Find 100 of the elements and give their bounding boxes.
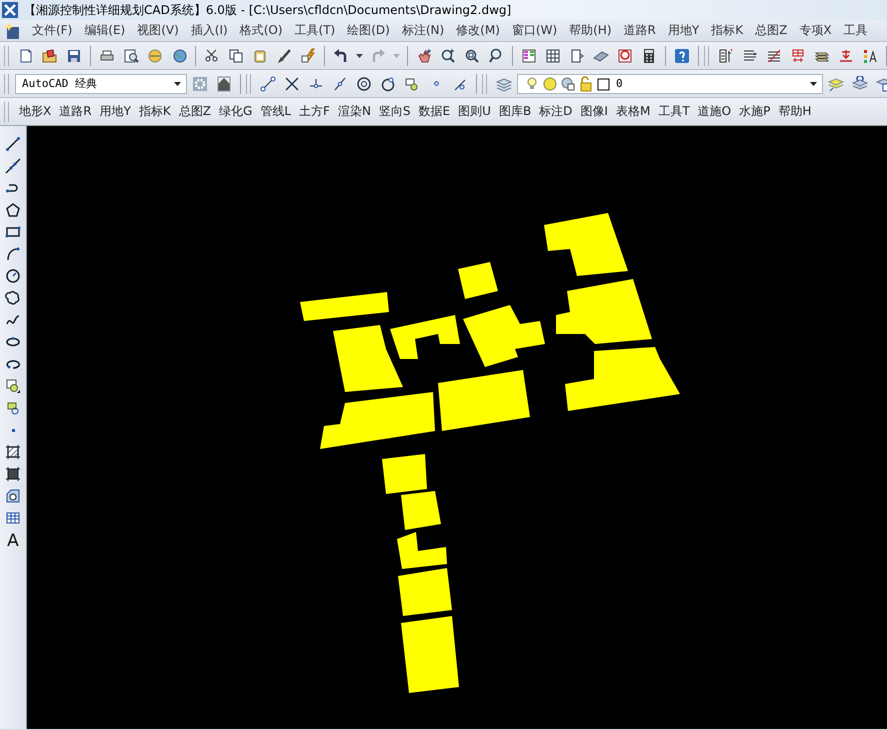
- menu-item[interactable]: 修改(M): [450, 22, 506, 39]
- snap-midpoint-icon: [332, 76, 348, 92]
- menu-item[interactable]: 管线L: [256, 103, 296, 120]
- menu-item[interactable]: 帮助(H): [563, 22, 618, 39]
- menu-item[interactable]: 道路R: [618, 22, 662, 39]
- menu-item[interactable]: 图则U: [454, 103, 495, 120]
- caret-icon: [174, 82, 181, 86]
- calculator-icon: [641, 48, 657, 64]
- legend-icon: [862, 48, 878, 64]
- menu-item[interactable]: 绘图(D): [341, 22, 396, 39]
- menu-item[interactable]: 地形X: [15, 103, 56, 120]
- globe-icon: [171, 48, 187, 64]
- help-icon: [674, 48, 690, 64]
- menu-item[interactable]: 数据E: [414, 103, 454, 120]
- stacked-lines-icon: [742, 48, 758, 64]
- caret-icon: [810, 82, 817, 86]
- house-icon: [216, 76, 232, 92]
- menu-item[interactable]: 编辑(E): [78, 22, 132, 39]
- menu-item[interactable]: 标注(N): [396, 22, 450, 39]
- menu-item[interactable]: 专项X: [793, 22, 838, 39]
- menu-item[interactable]: 道施O: [694, 103, 736, 120]
- printer-icon: [99, 48, 115, 64]
- snap-endpoint-icon: [260, 76, 276, 92]
- menu-item[interactable]: 工具: [838, 22, 874, 39]
- menu-item[interactable]: 格式(O): [234, 22, 289, 39]
- menu-item[interactable]: 工具(T): [288, 22, 342, 39]
- layer-dropdown[interactable]: 0: [517, 74, 823, 94]
- menu-item[interactable]: 表格M: [612, 103, 654, 120]
- zoom-window-icon: [464, 48, 480, 64]
- layers-icon: [496, 76, 512, 92]
- zoom-icon: [440, 48, 456, 64]
- grid-icon: [545, 48, 561, 64]
- menu-item[interactable]: 总图Z: [749, 22, 794, 39]
- caret-icon[interactable]: [356, 54, 363, 58]
- menu-item[interactable]: 竖向S: [374, 103, 415, 120]
- circle-icon: [5, 268, 21, 284]
- snap-tangent-icon: [380, 76, 396, 92]
- save-icon: [66, 48, 82, 64]
- brush-icon: [276, 48, 292, 64]
- open-folder-icon: [42, 48, 58, 64]
- document-icon[interactable]: [4, 22, 22, 40]
- arc-icon: [5, 246, 21, 262]
- menu-item[interactable]: 标注D: [535, 103, 576, 120]
- snap-center-icon: [356, 76, 372, 92]
- menu-item[interactable]: 总图Z: [174, 103, 216, 120]
- rectangle-button[interactable]: [3, 224, 23, 240]
- menu-item[interactable]: 指标K: [134, 103, 175, 120]
- menu-item[interactable]: 绿化G: [215, 103, 256, 120]
- drawing-canvas[interactable]: [27, 126, 887, 729]
- menu-item[interactable]: 用地Y: [662, 22, 706, 39]
- construction-line-icon: [5, 158, 21, 174]
- menu-item[interactable]: 视图(V): [131, 22, 185, 39]
- caret-icon: [393, 54, 400, 58]
- hand-icon: [416, 48, 432, 64]
- padlock-icon: [578, 76, 594, 92]
- zoom-previous-icon: [488, 48, 504, 64]
- menu-item[interactable]: 插入(I): [184, 22, 234, 39]
- snap-point-icon: [434, 81, 438, 86]
- text-tool-button[interactable]: A: [7, 532, 19, 550]
- color-square-icon: [596, 76, 612, 92]
- window-title: 【湘源控制性详细规划CAD系统】6.0版 - [C:\Users\cfldcn\Documents\Drawing2.dwg]: [24, 2, 512, 18]
- new-file-icon: [18, 48, 34, 64]
- clipboard-icon: [252, 48, 268, 64]
- snap-node-icon: [404, 76, 420, 92]
- menu-item[interactable]: 道路R: [55, 103, 96, 120]
- menu-item[interactable]: 图库B: [494, 103, 536, 120]
- gradient-button[interactable]: [3, 466, 23, 482]
- undo-arrow-icon: [333, 48, 349, 64]
- menu-item[interactable]: 图像I: [576, 103, 612, 120]
- menu-item[interactable]: 渲染N: [334, 103, 375, 120]
- layer-current-icon: [828, 76, 844, 92]
- construction-line-button[interactable]: [3, 158, 23, 174]
- menu-item[interactable]: 窗口(W): [506, 22, 564, 39]
- menu-item[interactable]: 用地Y: [96, 103, 135, 120]
- redo-arrow-icon: [370, 48, 386, 64]
- workspace-dropdown[interactable]: AutoCAD 经典: [15, 74, 187, 94]
- insert-block-icon: [5, 378, 21, 394]
- menu-item[interactable]: 帮助H: [774, 103, 816, 120]
- snap-intersection-icon: [284, 76, 300, 92]
- table-icon: [5, 510, 21, 526]
- rectangle-icon: [5, 224, 21, 240]
- line-icon: [5, 136, 21, 152]
- copy-icon: [228, 48, 244, 64]
- crossed-lines-icon: [766, 48, 782, 64]
- point-icon: [12, 428, 14, 432]
- app-logo-icon: [2, 2, 18, 18]
- layer-previous-icon: [852, 76, 868, 92]
- menu-item[interactable]: 土方F: [295, 103, 334, 120]
- line-button[interactable]: [3, 136, 23, 152]
- lightning-icon: [300, 48, 316, 64]
- revision-cloud-icon: [5, 290, 21, 306]
- polygon-button[interactable]: [3, 202, 23, 218]
- menu-item[interactable]: 指标K: [705, 22, 750, 39]
- hatch-icon: [5, 444, 21, 460]
- hatch-button[interactable]: [3, 444, 23, 460]
- polygon-icon: [5, 202, 21, 218]
- menu-item[interactable]: 工具T: [654, 103, 694, 120]
- menu-item[interactable]: 文件(F): [26, 22, 78, 39]
- menu-item[interactable]: 水施P: [735, 103, 774, 120]
- properties-icon: [521, 48, 537, 64]
